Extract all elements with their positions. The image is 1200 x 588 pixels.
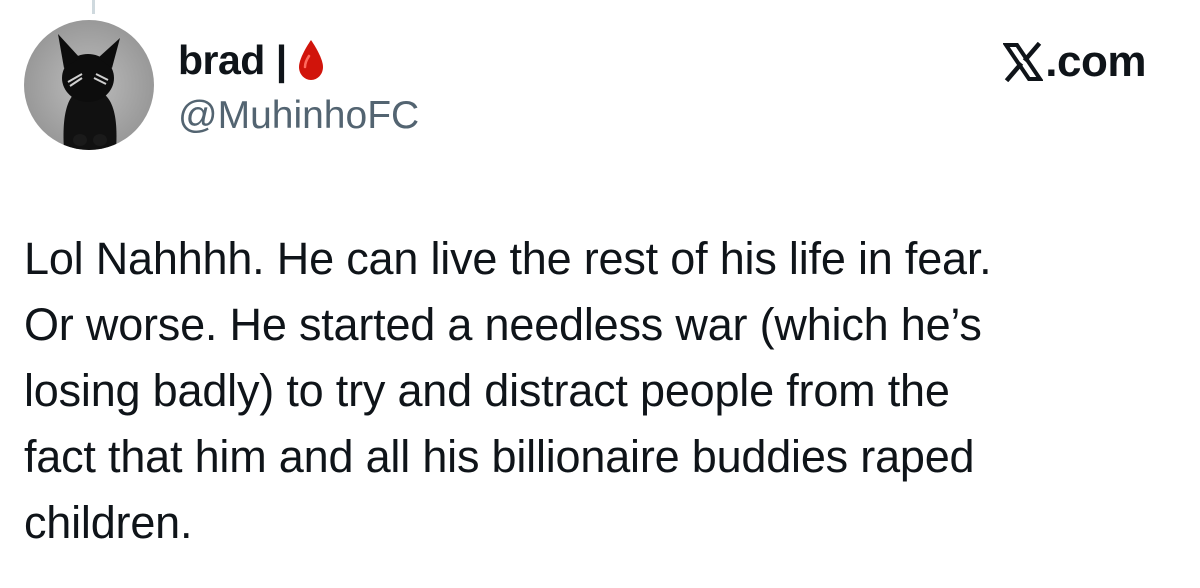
black-cat-avatar-icon [24,20,154,150]
brand-text: .com [1045,37,1146,86]
thread-connector-line [92,0,95,14]
user-handle[interactable]: @MuhinhoFC [178,94,419,138]
display-name[interactable]: brad | [178,37,287,84]
blood-drop-icon [297,39,325,81]
x-logo-icon [1002,41,1045,83]
author-info: brad | @MuhinhoFC [178,34,419,138]
brand-watermark: .com [1002,36,1146,88]
tweet-text: Lol Nahhhh. He can live the rest of his … [24,233,992,548]
avatar[interactable] [24,20,154,150]
display-name-row: brad | [178,34,419,86]
